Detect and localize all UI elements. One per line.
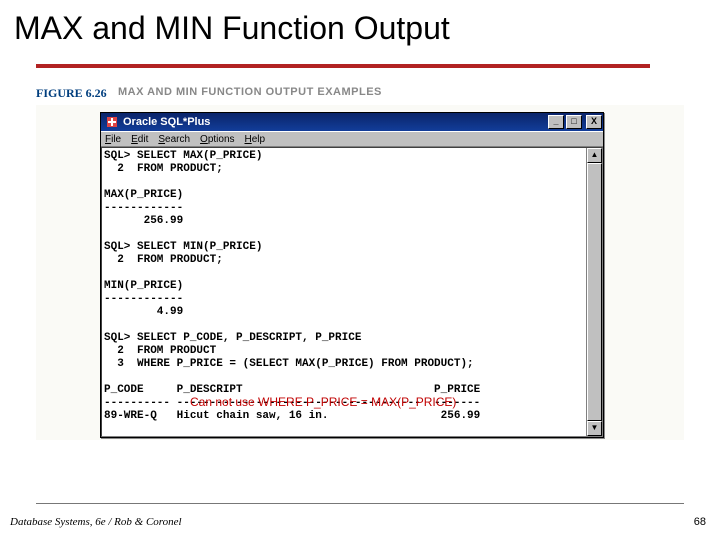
menu-options[interactable]: Options <box>200 134 234 145</box>
titlebar: Oracle SQL*Plus _ □ X <box>101 113 603 131</box>
figure-label: FIGURE 6.26 <box>36 86 107 101</box>
menu-file[interactable]: File <box>105 134 121 145</box>
annotation-note: Can not use WHERE P_PRICE = MAX(P_PRICE) <box>190 395 456 409</box>
scroll-up-button[interactable]: ▲ <box>587 148 602 163</box>
scroll-thumb[interactable] <box>587 163 602 421</box>
menubar: File Edit Search Options Help <box>101 131 603 147</box>
close-button[interactable]: X <box>586 115 602 129</box>
sqlplus-window: Oracle SQL*Plus _ □ X File Edit Search O… <box>100 112 604 438</box>
window-title: Oracle SQL*Plus <box>123 116 547 128</box>
title-underline <box>36 64 650 68</box>
menu-edit[interactable]: Edit <box>131 134 148 145</box>
page-number: 68 <box>694 516 706 528</box>
scroll-down-button[interactable]: ▼ <box>587 421 602 436</box>
app-icon <box>105 115 119 129</box>
minimize-button[interactable]: _ <box>548 115 564 129</box>
footer-rule <box>36 503 684 504</box>
menu-search[interactable]: Search <box>158 134 190 145</box>
vertical-scrollbar[interactable]: ▲ ▼ <box>586 148 602 436</box>
terminal-pane: SQL> SELECT MAX(P_PRICE) 2 FROM PRODUCT;… <box>101 147 603 437</box>
slide-title: MAX and MIN Function Output <box>14 10 450 47</box>
footer-citation: Database Systems, 6e / Rob & Coronel <box>10 516 182 528</box>
terminal-output: SQL> SELECT MAX(P_PRICE) 2 FROM PRODUCT;… <box>104 150 584 434</box>
menu-help[interactable]: Help <box>245 134 266 145</box>
figure-title: MAX AND MIN FUNCTION OUTPUT EXAMPLES <box>118 86 382 98</box>
maximize-button[interactable]: □ <box>566 115 582 129</box>
scroll-track[interactable] <box>587 163 602 421</box>
plus-icon <box>107 117 117 127</box>
